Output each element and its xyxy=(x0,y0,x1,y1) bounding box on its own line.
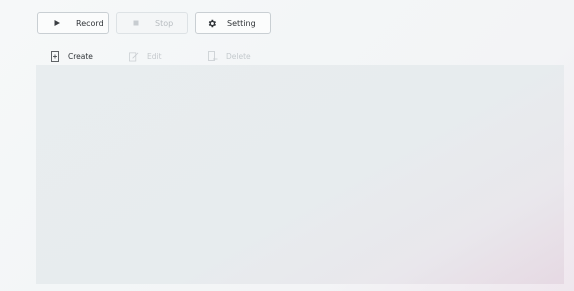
edit-button-label: Edit xyxy=(147,52,162,61)
setting-button[interactable]: Setting xyxy=(195,12,271,34)
create-button-label: Create xyxy=(68,52,93,61)
delete-button-label: Delete xyxy=(226,52,251,61)
create-button[interactable]: Create xyxy=(50,51,129,62)
delete-button[interactable]: Delete xyxy=(208,51,251,62)
edit-button[interactable]: Edit xyxy=(129,51,208,62)
record-button-label: Record xyxy=(76,18,104,28)
toolbar: Record Stop Setting xyxy=(37,12,271,34)
gear-icon xyxy=(207,18,217,28)
stop-button[interactable]: Stop xyxy=(116,12,188,34)
delete-icon xyxy=(208,51,218,62)
create-icon xyxy=(50,51,60,62)
stop-icon xyxy=(131,18,141,28)
action-bar: Create Edit Delete xyxy=(50,51,251,62)
content-panel[interactable] xyxy=(36,65,564,284)
record-button[interactable]: Record xyxy=(37,12,109,34)
stop-button-label: Stop xyxy=(155,18,174,28)
edit-icon xyxy=(129,51,139,62)
setting-button-label: Setting xyxy=(227,18,256,28)
play-icon xyxy=(52,18,62,28)
